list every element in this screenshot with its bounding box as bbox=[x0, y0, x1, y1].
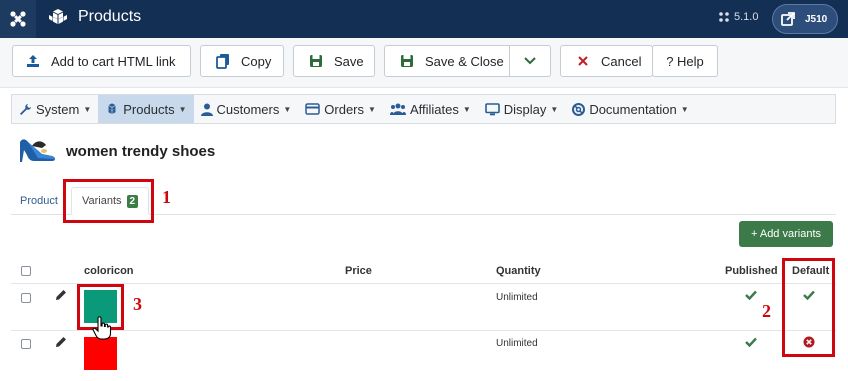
caret-down-icon: ▼ bbox=[550, 104, 559, 114]
menu-customers[interactable]: Customers ▼ bbox=[194, 95, 299, 123]
product-title: women trendy shoes bbox=[66, 142, 216, 160]
joomla-small-icon bbox=[719, 12, 729, 22]
save-label: Save bbox=[334, 53, 364, 69]
annotation-number-3: 3 bbox=[133, 294, 142, 314]
user-name: J510 bbox=[805, 13, 828, 25]
joomla-logo-icon[interactable] bbox=[0, 0, 36, 38]
save-options-dropdown[interactable] bbox=[509, 45, 551, 77]
column-coloricon[interactable]: coloricon bbox=[84, 265, 134, 277]
menu-display-label: Display bbox=[503, 101, 547, 117]
caret-down-icon: ▼ bbox=[462, 104, 471, 114]
add-variants-button[interactable]: + Add variants bbox=[739, 221, 833, 247]
cancel-label: Cancel bbox=[601, 53, 642, 69]
add-to-cart-link-button[interactable]: Add to cart HTML link bbox=[12, 45, 191, 77]
column-price[interactable]: Price bbox=[345, 265, 372, 277]
floppy-icon bbox=[399, 53, 415, 69]
edit-pencil-icon[interactable] bbox=[55, 336, 67, 351]
menu-customers-label: Customers bbox=[216, 101, 280, 117]
edit-pencil-icon[interactable] bbox=[55, 289, 67, 304]
row-checkbox[interactable] bbox=[21, 293, 31, 303]
copy-label: Copy bbox=[241, 53, 272, 69]
menu-affiliates-label: Affiliates bbox=[409, 101, 459, 117]
caret-down-icon: ▼ bbox=[368, 104, 376, 114]
row-divider bbox=[11, 330, 836, 331]
chevron-down-icon bbox=[523, 54, 537, 69]
credit-card-icon bbox=[305, 103, 321, 115]
version-text: 5.1.0 bbox=[734, 11, 759, 23]
hand-cursor-icon bbox=[92, 316, 112, 340]
monitor-icon bbox=[484, 102, 500, 116]
caret-down-icon: ▼ bbox=[83, 104, 92, 114]
menu-affiliates[interactable]: Affiliates ▼ bbox=[383, 95, 478, 123]
row-checkbox[interactable] bbox=[21, 339, 31, 349]
external-link-icon bbox=[777, 8, 799, 30]
menu-documentation[interactable]: Documentation ▼ bbox=[565, 95, 695, 123]
annotation-number-1: 1 bbox=[162, 187, 171, 207]
help-button[interactable]: ? Help bbox=[652, 45, 718, 77]
tab-product[interactable]: Product bbox=[20, 187, 58, 215]
menu-display[interactable]: Display ▼ bbox=[478, 95, 566, 123]
cubes-icon bbox=[105, 103, 119, 115]
upload-icon bbox=[25, 53, 41, 69]
copy-icon bbox=[215, 53, 231, 69]
published-check-icon[interactable] bbox=[745, 290, 757, 303]
admin-header: Products 5.1.0 J510 bbox=[0, 0, 848, 38]
caret-down-icon: ▼ bbox=[283, 104, 292, 114]
tab-product-label: Product bbox=[20, 195, 58, 207]
menu-orders[interactable]: Orders ▼ bbox=[298, 95, 383, 123]
help-label: ? Help bbox=[666, 53, 704, 69]
menu-system[interactable]: System ▼ bbox=[12, 95, 98, 123]
main-menu: System ▼ Products ▼ Customers ▼ Orders ▼… bbox=[11, 94, 836, 124]
cubes-icon bbox=[49, 9, 67, 24]
published-check-icon[interactable] bbox=[745, 337, 757, 350]
user-icon bbox=[200, 103, 213, 116]
user-menu-button[interactable]: J510 bbox=[772, 4, 838, 34]
add-to-cart-link-label: Add to cart HTML link bbox=[51, 53, 176, 69]
column-published[interactable]: Published bbox=[725, 265, 778, 277]
product-heading: women trendy shoes bbox=[18, 136, 215, 166]
cancel-button[interactable]: Cancel bbox=[560, 45, 653, 77]
annotation-box-1 bbox=[63, 179, 154, 223]
quantity-cell: Unlimited bbox=[496, 292, 538, 303]
page-title-text: Products bbox=[78, 8, 142, 25]
wrench-icon bbox=[19, 103, 32, 116]
menu-system-label: System bbox=[36, 101, 80, 117]
header-divider bbox=[11, 283, 836, 284]
menu-orders-label: Orders bbox=[324, 101, 365, 117]
lifebuoy-icon bbox=[572, 102, 586, 116]
column-quantity[interactable]: Quantity bbox=[496, 265, 541, 277]
floppy-icon bbox=[308, 53, 324, 69]
select-all-checkbox[interactable] bbox=[21, 266, 31, 276]
copy-button[interactable]: Copy bbox=[200, 45, 284, 77]
save-close-button[interactable]: Save & Close bbox=[384, 45, 510, 77]
users-icon bbox=[389, 103, 406, 115]
caret-down-icon: ▼ bbox=[680, 104, 689, 114]
menu-products[interactable]: Products ▼ bbox=[98, 95, 194, 123]
quantity-cell: Unlimited bbox=[496, 338, 538, 349]
page-title: Products bbox=[48, 8, 141, 26]
toolbar: Add to cart HTML link Copy Save Save & C… bbox=[0, 38, 848, 88]
annotation-box-2 bbox=[782, 258, 835, 357]
caret-down-icon: ▼ bbox=[178, 104, 187, 114]
version-label: 5.1.0 bbox=[718, 11, 758, 23]
close-icon bbox=[575, 53, 591, 69]
product-thumbnail bbox=[20, 139, 55, 162]
annotation-number-2: 2 bbox=[762, 301, 771, 321]
save-button[interactable]: Save bbox=[293, 45, 375, 77]
save-close-label: Save & Close bbox=[425, 53, 504, 69]
menu-products-label: Products bbox=[123, 101, 175, 117]
menu-documentation-label: Documentation bbox=[589, 101, 677, 117]
color-swatch[interactable] bbox=[84, 337, 117, 370]
